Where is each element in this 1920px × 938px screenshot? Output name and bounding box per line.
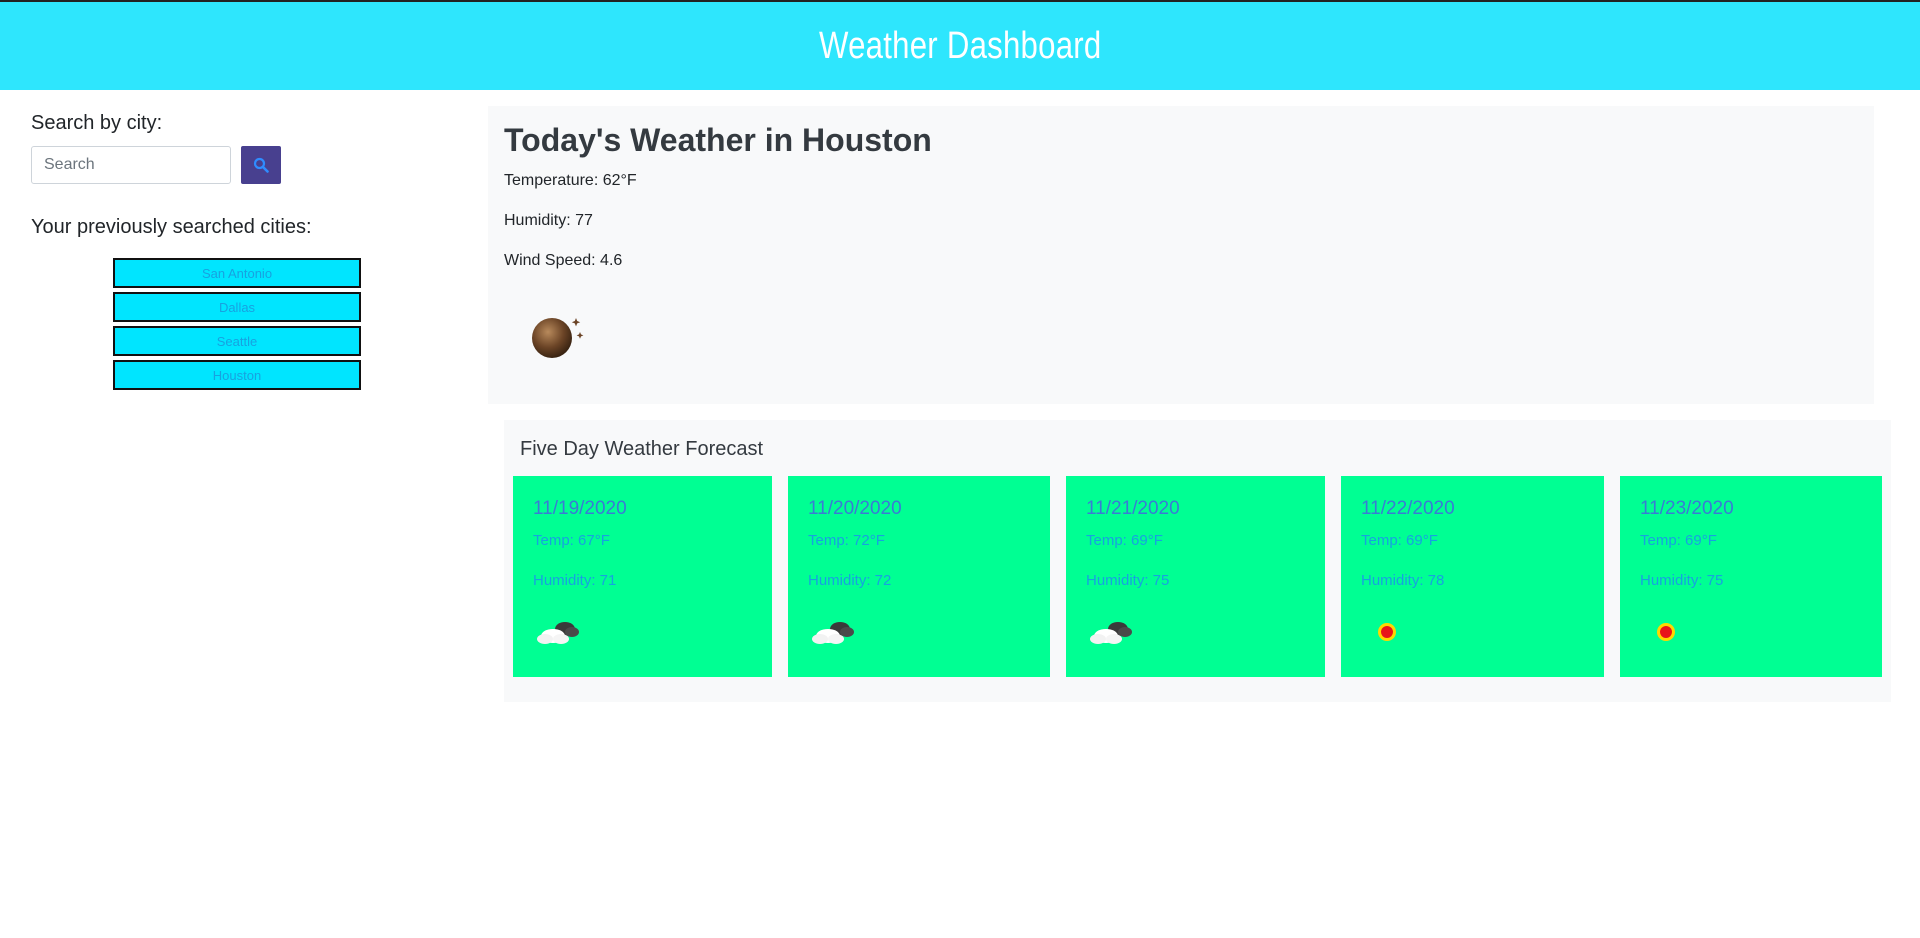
current-weather-card: Today's Weather in Houston Temperature: … bbox=[488, 106, 1874, 404]
forecast-temp: Temp: 69°F bbox=[1640, 532, 1717, 549]
partly-cloudy-icon bbox=[535, 616, 583, 653]
previous-cities-list: San Antonio Dallas Seattle Houston bbox=[113, 258, 361, 394]
current-humidity: Humidity: 77 bbox=[504, 212, 593, 229]
night-clear-icon bbox=[528, 310, 592, 365]
page-title: Weather Dashboard bbox=[818, 24, 1102, 67]
current-wind-speed: Wind Speed: 4.6 bbox=[504, 252, 623, 269]
partly-cloudy-icon bbox=[810, 616, 858, 653]
city-button-houston[interactable]: Houston bbox=[113, 360, 361, 390]
previous-cities-label: Your previously searched cities: bbox=[31, 216, 312, 238]
partly-cloudy-icon bbox=[1088, 616, 1136, 653]
forecast-card: 11/23/2020 Temp: 69°F Humidity: 75 bbox=[1620, 476, 1882, 677]
forecast-title: Five Day Weather Forecast bbox=[520, 438, 764, 460]
forecast-date: 11/21/2020 bbox=[1086, 498, 1180, 519]
forecast-card: 11/22/2020 Temp: 69°F Humidity: 78 bbox=[1341, 476, 1604, 677]
forecast-humidity: Humidity: 71 bbox=[533, 572, 617, 589]
search-label: Search by city: bbox=[31, 112, 163, 134]
forecast-card: 11/19/2020 Temp: 67°F Humidity: 71 bbox=[513, 476, 772, 677]
forecast-humidity: Humidity: 72 bbox=[808, 572, 892, 589]
forecast-date: 11/20/2020 bbox=[808, 498, 902, 519]
sun-icon bbox=[1642, 616, 1690, 653]
sidebar: Search by city: Your previously searched… bbox=[31, 112, 431, 390]
forecast-temp: Temp: 69°F bbox=[1361, 532, 1438, 549]
forecast-humidity: Humidity: 75 bbox=[1640, 572, 1724, 589]
sun-icon bbox=[1363, 616, 1411, 653]
forecast-temp: Temp: 67°F bbox=[533, 532, 610, 549]
city-button-seattle[interactable]: Seattle bbox=[113, 326, 361, 356]
search-icon bbox=[253, 157, 269, 173]
five-day-forecast: Five Day Weather Forecast 11/19/2020 Tem… bbox=[504, 420, 1891, 702]
forecast-temp: Temp: 72°F bbox=[808, 532, 885, 549]
forecast-date: 11/23/2020 bbox=[1640, 498, 1734, 519]
page-header: Weather Dashboard bbox=[0, 2, 1920, 90]
city-button-san-antonio[interactable]: San Antonio bbox=[113, 258, 361, 288]
current-temperature: Temperature: 62°F bbox=[504, 172, 637, 189]
forecast-humidity: Humidity: 75 bbox=[1086, 572, 1170, 589]
forecast-humidity: Humidity: 78 bbox=[1361, 572, 1445, 589]
forecast-date: 11/19/2020 bbox=[533, 498, 627, 519]
forecast-card: 11/20/2020 Temp: 72°F Humidity: 72 bbox=[788, 476, 1050, 677]
forecast-temp: Temp: 69°F bbox=[1086, 532, 1163, 549]
current-weather-title: Today's Weather in Houston bbox=[504, 122, 932, 158]
forecast-date: 11/22/2020 bbox=[1361, 498, 1455, 519]
search-button[interactable] bbox=[241, 146, 281, 184]
search-input[interactable] bbox=[31, 146, 231, 184]
city-button-dallas[interactable]: Dallas bbox=[113, 292, 361, 322]
forecast-card: 11/21/2020 Temp: 69°F Humidity: 75 bbox=[1066, 476, 1325, 677]
search-row bbox=[31, 146, 281, 184]
